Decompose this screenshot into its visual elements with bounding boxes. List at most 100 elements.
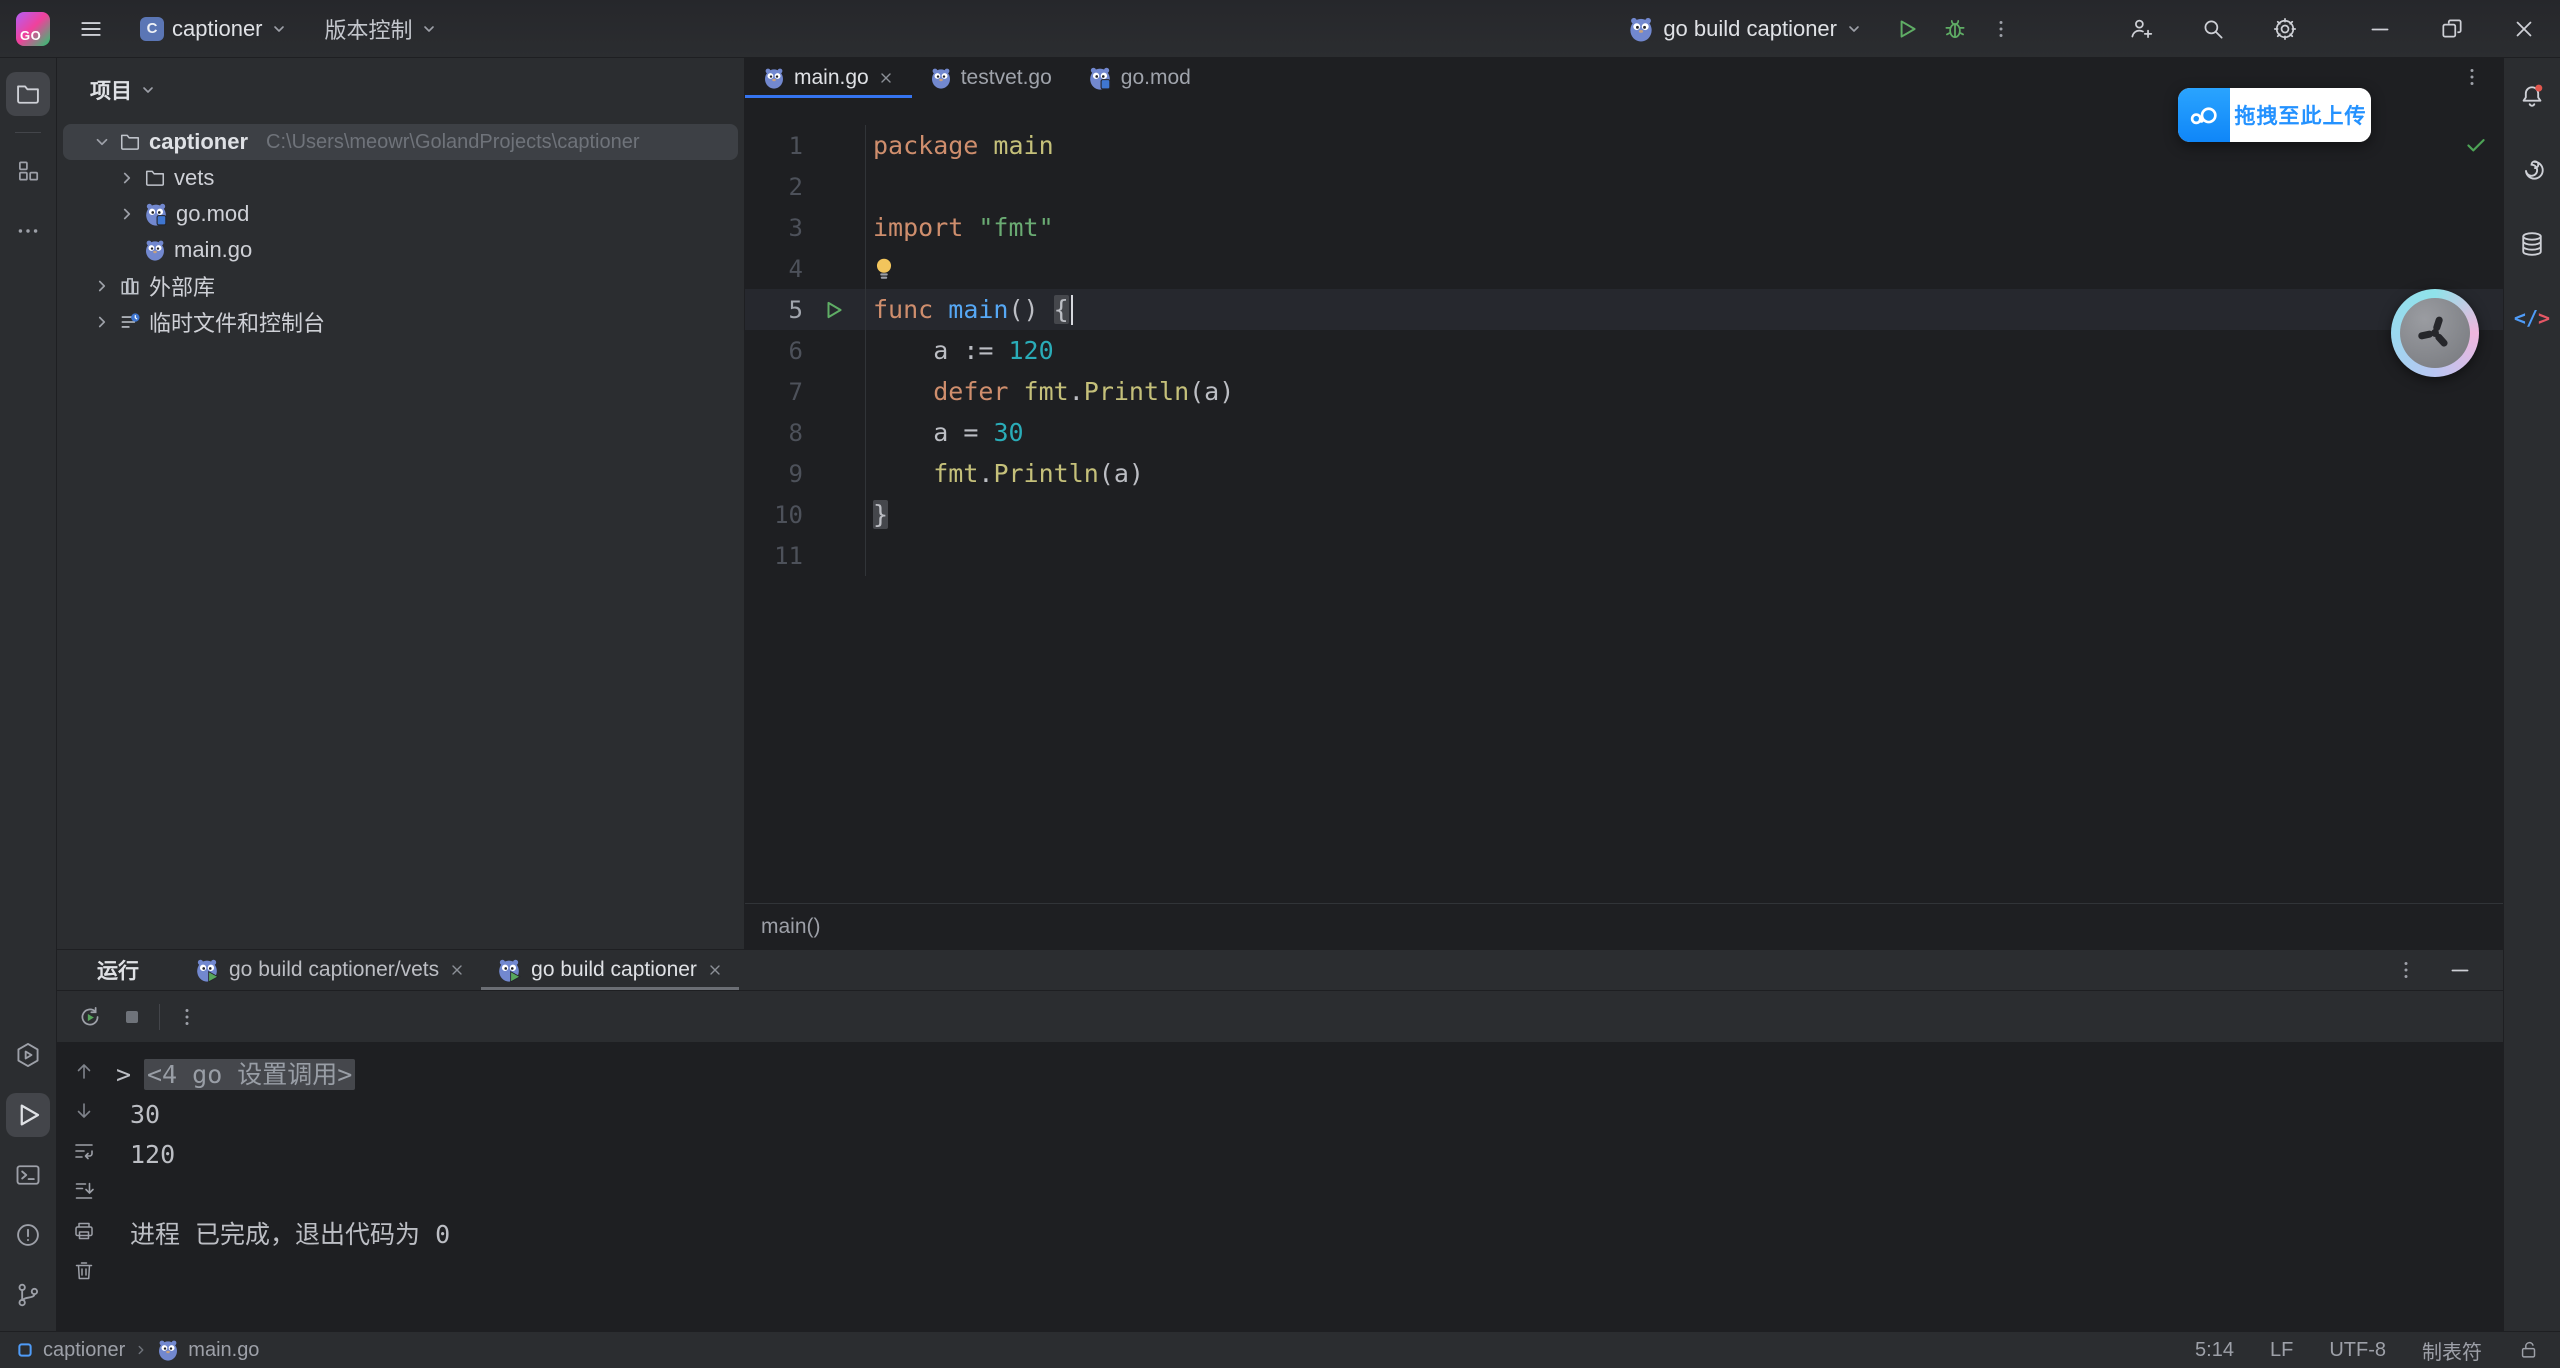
scroll-to-end-button[interactable]: [70, 1177, 98, 1205]
inspections-ok-icon[interactable]: [2463, 132, 2489, 158]
chevron-down-icon[interactable]: [93, 133, 111, 151]
chevron-down-icon: [140, 82, 156, 98]
tool-project-button[interactable]: [6, 72, 50, 116]
run-tab-go build captioner[interactable]: go build captioner: [481, 950, 739, 990]
line-number: 1: [745, 132, 803, 160]
window-minimize-button[interactable]: [2344, 10, 2416, 48]
tool-terminal-button[interactable]: [6, 1153, 50, 1197]
editor-options-icon[interactable]: [2461, 66, 2483, 88]
editor-tab-main.go[interactable]: main.go: [745, 58, 912, 98]
code-line-8[interactable]: 8 a = 30: [745, 412, 2503, 453]
tree-item-label: captioner: [149, 129, 248, 155]
chevron-right-icon[interactable]: [118, 205, 136, 223]
tree-item-vets[interactable]: vets: [63, 160, 738, 196]
code-line-3[interactable]: 3import "fmt": [745, 207, 2503, 248]
tool-git-button[interactable]: [6, 1273, 50, 1317]
search-everywhere-button[interactable]: [2194, 10, 2232, 48]
readonly-toggle[interactable]: [2518, 1339, 2540, 1361]
notifications-button[interactable]: [2510, 74, 2554, 118]
gutter: 1: [745, 125, 866, 166]
run-panel-hide-button[interactable]: [2445, 955, 2475, 985]
tree-item-外部库[interactable]: 外部库: [63, 268, 738, 304]
floating-assistant-ball[interactable]: [2391, 289, 2479, 377]
status-project-name[interactable]: captioner: [43, 1339, 125, 1362]
print-button[interactable]: [70, 1217, 98, 1245]
project-widget[interactable]: C captioner: [132, 10, 295, 48]
code-line-6[interactable]: 6 a := 120: [745, 330, 2503, 371]
status-file-name[interactable]: main.go: [188, 1339, 259, 1362]
kebab-menu-icon: [1990, 18, 2012, 40]
settings-button[interactable]: [2266, 10, 2304, 48]
window-close-button[interactable]: [2488, 10, 2560, 48]
close-icon: [2511, 16, 2537, 42]
tree-item-main.go[interactable]: main.go: [63, 232, 738, 268]
line-separator[interactable]: LF: [2270, 1339, 2293, 1362]
tool-structure-button[interactable]: [6, 149, 50, 193]
ai-assistant-button[interactable]: [2510, 148, 2554, 192]
upload-overlay-button[interactable]: 拖拽至此上传: [2178, 88, 2371, 142]
run-line-gutter-icon[interactable]: [803, 299, 865, 321]
stop-button[interactable]: [119, 1004, 145, 1030]
tool-problems-button[interactable]: [6, 1213, 50, 1257]
editor-tab-testvet.go[interactable]: testvet.go: [912, 58, 1070, 98]
unlock-icon: [2518, 1339, 2540, 1361]
run-panel-options-button[interactable]: [2393, 957, 2419, 983]
run-toolbar: [57, 991, 2503, 1043]
navigate-down-button[interactable]: [70, 1097, 98, 1125]
main-menu-button[interactable]: [72, 10, 110, 48]
vcs-widget[interactable]: 版本控制: [317, 7, 445, 51]
ai-assistant-icon: [2518, 156, 2546, 184]
run-button[interactable]: [1888, 10, 1926, 48]
tree-item-captioner[interactable]: captionerC:\Users\meowr\GolandProjects\c…: [63, 124, 738, 160]
chevron-right-icon[interactable]: [118, 169, 136, 187]
tree-item-临时文件和控制台[interactable]: 临时文件和控制台: [63, 304, 738, 340]
code-area[interactable]: 1package main23import "fmt"45func main()…: [745, 98, 2503, 903]
endpoints-button[interactable]: </>: [2510, 296, 2554, 340]
run-configuration-widget[interactable]: go build captioner: [1620, 10, 1870, 48]
editor-tab-go.mod[interactable]: go.mod: [1070, 58, 1209, 98]
code-line-5[interactable]: 5func main() {: [745, 289, 2503, 330]
navigate-up-button[interactable]: [70, 1057, 98, 1085]
code-line-7[interactable]: 7 defer fmt.Println(a): [745, 371, 2503, 412]
tree-item-label: main.go: [174, 237, 252, 263]
tree-item-go.mod[interactable]: go.mod: [63, 196, 738, 232]
tool-run-button[interactable]: [6, 1093, 50, 1137]
file-encoding[interactable]: UTF-8: [2329, 1339, 2386, 1362]
line-number: 5: [745, 296, 803, 324]
run-tab-go build captioner/vets[interactable]: go build captioner/vets: [179, 950, 481, 990]
soft-wrap-button[interactable]: [70, 1137, 98, 1165]
caret-position[interactable]: 5:14: [2195, 1339, 2234, 1362]
code-line-4[interactable]: 4: [745, 248, 2503, 289]
code-text: }: [866, 500, 888, 529]
more-run-options-button[interactable]: [1984, 12, 2018, 46]
title-bar: GO C captioner 版本控制 go build captioner: [0, 0, 2560, 58]
project-panel-header[interactable]: 项目: [57, 70, 744, 110]
line-number: 6: [745, 337, 803, 365]
debug-button[interactable]: [1936, 10, 1974, 48]
console-command[interactable]: <4 go 设置调用>: [144, 1059, 355, 1090]
line-number: 11: [745, 542, 803, 570]
intention-bulb-icon[interactable]: [873, 256, 895, 282]
code-line-2[interactable]: 2: [745, 166, 2503, 207]
window-restore-button[interactable]: [2416, 10, 2488, 48]
printer-icon: [72, 1219, 96, 1243]
code-line-11[interactable]: 11: [745, 535, 2503, 576]
console-options-button[interactable]: [174, 1004, 200, 1030]
more-tool-windows-button[interactable]: [6, 209, 50, 253]
console-output[interactable]: ><4 go 设置调用> 30120 进程 已完成，退出代码为 0: [110, 1043, 2503, 1331]
database-button[interactable]: [2510, 222, 2554, 266]
tool-services-button[interactable]: [6, 1033, 50, 1077]
code-with-me-button[interactable]: [2122, 10, 2160, 48]
code-line-9[interactable]: 9 fmt.Println(a): [745, 453, 2503, 494]
chevron-right-icon[interactable]: [93, 277, 111, 295]
breadcrumb[interactable]: main(): [761, 915, 821, 939]
chevron-down-icon: [421, 21, 437, 37]
indent-style[interactable]: 制表符: [2422, 1336, 2482, 1365]
chevron-right-icon[interactable]: [93, 313, 111, 331]
editor-tab-label: main.go: [794, 66, 869, 90]
rerun-button[interactable]: [75, 1002, 105, 1032]
code-line-10[interactable]: 10}: [745, 494, 2503, 535]
tree-item-label: 外部库: [149, 270, 215, 302]
clear-console-button[interactable]: [70, 1257, 98, 1285]
rerun-icon: [77, 1004, 103, 1030]
